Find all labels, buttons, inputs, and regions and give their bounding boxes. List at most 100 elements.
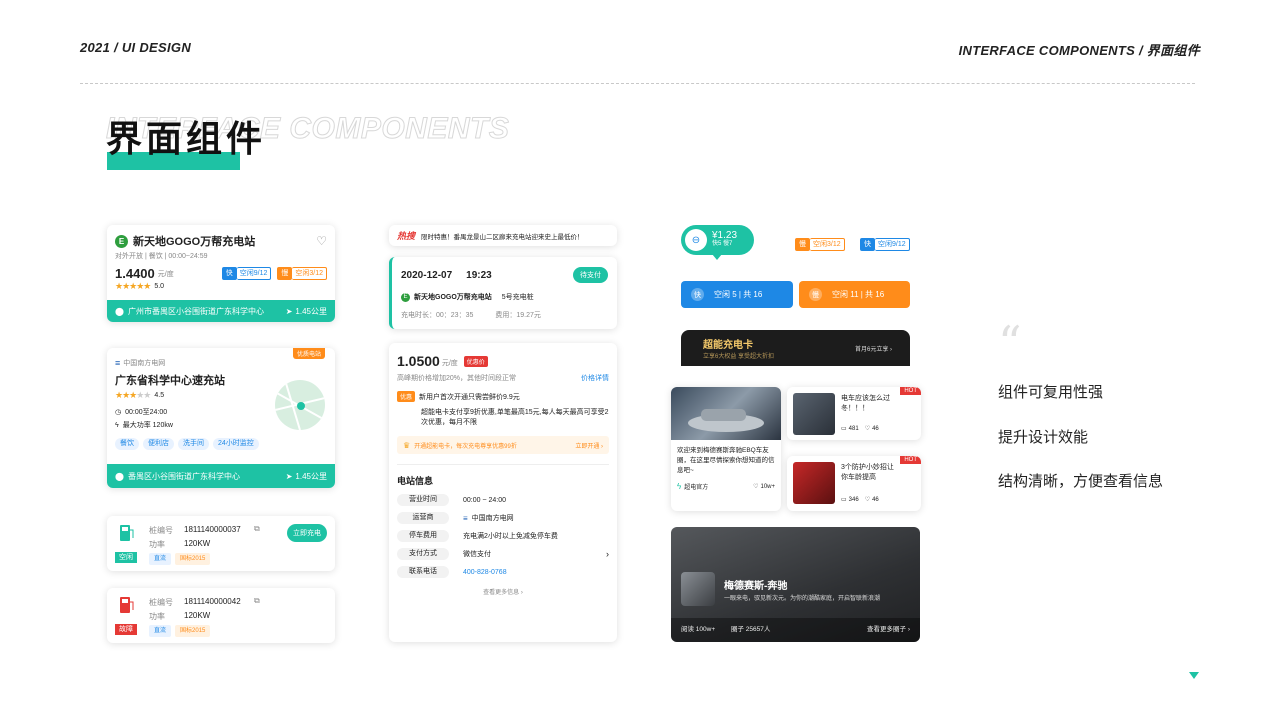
navigate-icon[interactable]: ➤ [286,307,293,316]
club-members: 圈子 25657人 [731,626,771,633]
charge-now-button[interactable]: 立即充电 [287,524,327,542]
fast-badge: 快 [221,267,237,280]
order-time: 19:23 [466,269,492,281]
like-icon[interactable]: ♡ [753,483,758,490]
fee: 19.27元 [516,312,541,319]
fee-label: 费用： [495,312,517,319]
power-value: 120KW [184,539,211,548]
comment-icon[interactable]: ▭ [841,425,847,432]
info-value: 中国南方电网 [471,515,514,522]
info-title: 电站信息 [397,476,434,486]
address-2: 番禺区小谷围街道广东科学中心 [127,471,240,481]
club-card[interactable]: 梅德赛斯-奔驰 一眼来电，驭见新次元。为你的潮酷家庭，开启智联新浪潮 阅读 10… [671,527,920,642]
fast-free-text: 空闲 5 | 共 16 [714,290,763,299]
standard-tag: 国标2015 [175,625,211,637]
hot-badge: HOT [900,387,921,395]
comment-count: 346 [848,496,859,503]
triangle-icon [1189,672,1199,679]
fast-free-button[interactable]: 快 空闲 5 | 共 16 [681,281,793,308]
like-count: 46 [872,425,879,432]
price-marker[interactable]: ⊖ ¥1.23 快5 慢7 [681,225,754,255]
station-detail: 1.0500 元/度 优惠价 高峰期价格增加20%，其他时间段正常 价格详情 优… [389,343,617,642]
station-logo-icon: E [115,234,128,248]
detail-price: 1.0500 [397,353,440,369]
charger-fault-icon [120,597,134,613]
heart-icon[interactable]: ♡ [316,234,327,248]
header-right: INTERFACE COMPONENTS / 界面组件 [958,43,1200,58]
news-thumb [793,393,835,435]
divider [80,83,1195,84]
club-name: 梅德赛斯-奔驰 [724,581,788,592]
car-photo [671,387,781,440]
news-views: 10w+ [760,483,775,490]
status-free: 空闲 [115,552,137,563]
info-key: 支付方式 [397,548,449,560]
thumb-icon[interactable]: ♡ [865,425,870,432]
amenity-tag: 餐饮 [115,438,139,450]
order-card[interactable]: 2020-12-07 19:23 待支付 E 新天地GOGO万帮充电站 5号充电… [389,257,617,329]
phone-link[interactable]: 400-828-0768 [463,569,507,576]
standard-tag: 国标2015 [175,553,211,565]
amenity-tag: 便利店 [143,438,174,450]
pending-status[interactable]: 待支付 [573,267,608,283]
copy-icon[interactable]: ⧉ [254,524,260,534]
pile-card-2[interactable]: 故障 桩编号 1811140000042 ⧉ 功率 120KW 直流 国标201… [107,588,335,643]
slow-badge: 慢 [277,267,293,280]
map-thumbnail[interactable] [275,380,325,430]
vip-open-button[interactable]: 立即开通 › [575,441,603,450]
news-main-card[interactable]: 欢迎来到梅德赛斯奔驰EBQ车友圈，在这里尽情探索你想知道的信息吧~ ϟ 超电官方… [671,387,781,511]
price-detail-link[interactable]: 价格详情 [581,373,609,383]
bolt-icon: ϟ [115,421,119,429]
station-card-1[interactable]: E 新天地GOGO万帮充电站 ♡ 对外开放 | 餐饮 | 00:00~24:59… [107,225,335,322]
quality-badge: 优质电站 [292,348,325,359]
power-label: 功率 [149,540,165,549]
news-title: 电车应该怎么过冬！！！ [841,395,890,412]
chevron-right-icon[interactable]: › [606,549,609,559]
power-label: 功率 [149,612,165,621]
copy-icon[interactable]: ⧉ [254,596,260,606]
marker-pointer [712,254,722,260]
super-card-title: 超能充电卡 [703,340,753,351]
feature-3: 结构清晰，方便查看信息 [998,473,1164,490]
price-unit: 元/度 [157,270,174,278]
comment-icon[interactable]: ▭ [841,496,847,503]
operator-logo-icon: ≡ [463,513,468,523]
coupon-1: 新用户首次开通只需尝鲜价9.9元 [419,393,520,401]
fast-badge: 快 [691,288,704,301]
operator-logo-icon: ≡ [115,358,121,368]
super-card-banner[interactable]: 超能充电卡 立享6大权益 享受超大折扣 首月6元立享 › [681,330,910,366]
news-card-b[interactable]: HOT 3个防护小妙招让你车龄提高 ▭ 346 ♡ 46 [787,456,921,511]
pile-number: 1811140000037 [184,525,241,534]
club-desc: 一眼来电，驭见新次元。为你的潮酷家庭，开启智联新浪潮 [724,596,881,602]
price-note: 高峰期价格增加20%，其他时间段正常 [397,375,517,382]
pin-icon: ⬤ [115,471,124,481]
hot-banner[interactable]: 热搜 限时特惠！番禺龙景山二区廊来充电站迎来史上最低价！ [389,225,617,246]
info-key: 停车费用 [397,530,449,542]
more-info-link[interactable]: 查看更多信息 › [389,581,617,596]
rating-stars: ★★★★★ [115,281,151,291]
crown-icon: ♛ [403,440,411,450]
navigate-icon[interactable]: ➤ [286,472,293,481]
hot-logo: 热搜 [397,231,416,241]
clock-icon: ◷ [115,409,122,416]
news-text: 欢迎来到梅德赛斯奔驰EBQ车友圈，在这里尽情探索你想知道的信息吧~ [677,447,775,474]
coupon-tag: 优惠 [397,391,416,402]
max-power: 最大功率 120kw [122,422,173,429]
hot-text: 限时特惠！番禺龙景山二区廊来充电站迎来史上最低价！ [421,233,584,241]
news-card-a[interactable]: HOT 电车应该怎么过冬！！！ ▭ 481 ♡ 46 [787,387,921,440]
slow-free-button[interactable]: 慢 空闲 11 | 共 16 [799,281,910,308]
hours: 00:00至24:00 [125,409,168,416]
distance-2: 1.45公里 [295,471,327,481]
rating-2: 4.5 [154,392,165,399]
thumb-icon[interactable]: ♡ [865,496,870,503]
marker-price: ¥1.23 [712,230,738,241]
vip-text: 开通超能电卡，每次充电尊享优惠99折 [414,443,517,450]
club-more-link[interactable]: 查看更多圈子 › [867,623,910,633]
station-card-2[interactable]: 优质电站 ≡ 中国南方电网 广东省科学中心速充站 ★★★★★ 4.5 ◷ 00:00… [107,348,335,488]
like-count: 46 [872,496,879,503]
pile-label: 桩编号 [149,526,173,535]
super-card-button[interactable]: 首月6元立享 › [855,344,892,353]
feature-2: 提升设计效能 [998,429,1089,446]
pile-card-1[interactable]: 空闲 桩编号 1811140000037 ⧉ 功率 120KW 直流 国标201… [107,516,335,571]
header-left: 2021 / UI DESIGN [80,40,192,55]
